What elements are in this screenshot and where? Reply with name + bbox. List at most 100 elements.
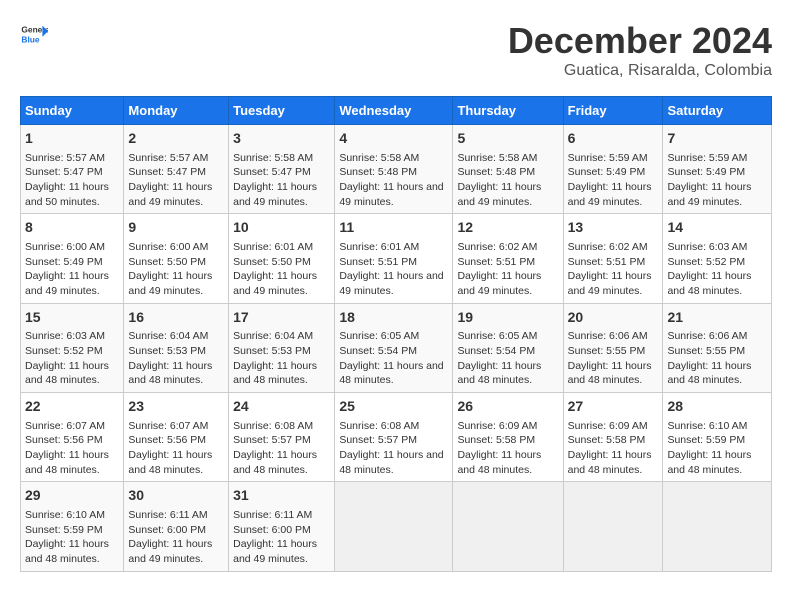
calendar-week-row: 1Sunrise: 5:57 AMSunset: 5:47 PMDaylight… <box>21 125 772 214</box>
sunset-time: Sunset: 6:00 PM <box>128 524 206 536</box>
daylight-hours: Daylight: 11 hours and 48 minutes. <box>25 449 109 476</box>
day-number: 13 <box>568 218 659 238</box>
day-number: 8 <box>25 218 119 238</box>
day-number: 19 <box>457 308 558 328</box>
sunset-time: Sunset: 5:59 PM <box>25 524 103 536</box>
calendar-cell: 9 Sunrise: 6:00 AM Sunset: 5:50 PM Daylight… <box>124 214 229 303</box>
daylight-hours: Daylight: 11 hours and 48 minutes. <box>339 360 443 387</box>
daylight-hours: Daylight: 11 hours and 49 minutes. <box>25 270 109 297</box>
daylight-hours: Daylight: 11 hours and 49 minutes. <box>339 270 443 297</box>
calendar-cell: 3Sunrise: 5:58 AMSunset: 5:47 PMDaylight… <box>229 125 335 214</box>
sunrise-time: Sunrise: 5:59 AM <box>568 152 648 164</box>
sunset-time: Sunset: 5:51 PM <box>457 256 535 268</box>
calendar-body: 1Sunrise: 5:57 AMSunset: 5:47 PMDaylight… <box>21 125 772 572</box>
calendar-cell: 28Sunrise: 6:10 AMSunset: 5:59 PMDayligh… <box>663 393 772 482</box>
month-title: December 2024 <box>508 20 772 62</box>
sunrise-time: Sunrise: 5:58 AM <box>233 152 313 164</box>
daylight-hours: Daylight: 11 hours and 49 minutes. <box>128 538 212 565</box>
daylight-hours: Daylight: 11 hours and 49 minutes. <box>339 181 443 208</box>
sunset-time: Sunset: 5:49 PM <box>568 166 646 178</box>
calendar-week-row: 22Sunrise: 6:07 AMSunset: 5:56 PMDayligh… <box>21 393 772 482</box>
day-number: 24 <box>233 397 330 417</box>
daylight-hours: Daylight: 11 hours and 49 minutes. <box>233 270 317 297</box>
daylight-hours: Daylight: 11 hours and 48 minutes. <box>128 360 212 387</box>
sunset-time: Sunset: 5:57 PM <box>233 434 311 446</box>
sunset-time: Sunset: 5:55 PM <box>667 345 745 357</box>
sunset-time: Sunset: 5:48 PM <box>457 166 535 178</box>
logo-icon: General Blue <box>20 20 48 48</box>
location-subtitle: Guatica, Risaralda, Colombia <box>508 62 772 80</box>
daylight-hours: Daylight: 11 hours and 49 minutes. <box>128 181 212 208</box>
calendar-cell <box>663 482 772 571</box>
day-number: 1 <box>25 129 119 149</box>
sunrise-time: Sunrise: 6:05 AM <box>457 330 537 342</box>
sunrise-time: Sunrise: 6:00 AM <box>25 241 105 253</box>
calendar-cell: 30Sunrise: 6:11 AMSunset: 6:00 PMDayligh… <box>124 482 229 571</box>
daylight-hours: Daylight: 11 hours and 48 minutes. <box>233 449 317 476</box>
logo: General Blue <box>20 20 48 48</box>
sunset-time: Sunset: 5:53 PM <box>128 345 206 357</box>
sunset-time: Sunset: 5:52 PM <box>667 256 745 268</box>
sunset-time: Sunset: 5:58 PM <box>568 434 646 446</box>
calendar-cell: 11Sunrise: 6:01 AMSunset: 5:51 PMDayligh… <box>335 214 453 303</box>
sunrise-time: Sunrise: 6:04 AM <box>233 330 313 342</box>
sunset-time: Sunset: 5:47 PM <box>233 166 311 178</box>
calendar-cell: 23Sunrise: 6:07 AMSunset: 5:56 PMDayligh… <box>124 393 229 482</box>
sunrise-time: Sunrise: 6:06 AM <box>667 330 747 342</box>
calendar-cell: 21Sunrise: 6:06 AMSunset: 5:55 PMDayligh… <box>663 303 772 392</box>
daylight-hours: Daylight: 11 hours and 49 minutes. <box>667 181 751 208</box>
calendar-cell <box>453 482 563 571</box>
sunset-time: Sunset: 5:50 PM <box>128 256 206 268</box>
daylight-hours: Daylight: 11 hours and 48 minutes. <box>233 360 317 387</box>
day-number: 22 <box>25 397 119 417</box>
sunrise-time: Sunrise: 5:58 AM <box>457 152 537 164</box>
sunrise-time: Sunrise: 5:59 AM <box>667 152 747 164</box>
sunrise-time: Sunrise: 6:11 AM <box>233 509 312 521</box>
sunrise-time: Sunrise: 5:58 AM <box>339 152 419 164</box>
sunrise-time: Sunrise: 6:02 AM <box>457 241 537 253</box>
daylight-hours: Daylight: 11 hours and 49 minutes. <box>457 270 541 297</box>
calendar-cell <box>335 482 453 571</box>
day-number: 4 <box>339 129 448 149</box>
daylight-hours: Daylight: 11 hours and 48 minutes. <box>457 449 541 476</box>
daylight-hours: Daylight: 11 hours and 48 minutes. <box>128 449 212 476</box>
calendar-cell: 4 Sunrise: 5:58 AM Sunset: 5:48 PM Daylight… <box>335 125 453 214</box>
daylight-hours: Daylight: 11 hours and 49 minutes. <box>128 270 212 297</box>
daylight-hours: Daylight: 11 hours and 48 minutes. <box>667 360 751 387</box>
sunrise-time: Sunrise: 6:11 AM <box>128 509 207 521</box>
sunset-time: Sunset: 5:53 PM <box>233 345 311 357</box>
weekday-header-saturday: Saturday <box>663 97 772 125</box>
calendar-week-row: 8 Sunrise: 6:00 AM Sunset: 5:49 PM Daylight… <box>21 214 772 303</box>
day-number: 25 <box>339 397 448 417</box>
calendar-cell: 13Sunrise: 6:02 AMSunset: 5:51 PMDayligh… <box>563 214 663 303</box>
sunset-time: Sunset: 5:49 PM <box>667 166 745 178</box>
calendar-table: SundayMondayTuesdayWednesdayThursdayFrid… <box>20 96 772 572</box>
calendar-cell: 31Sunrise: 6:11 AMSunset: 6:00 PMDayligh… <box>229 482 335 571</box>
calendar-cell: 25Sunrise: 6:08 AMSunset: 5:57 PMDayligh… <box>335 393 453 482</box>
svg-text:Blue: Blue <box>21 34 39 44</box>
sunset-time: Sunset: 5:59 PM <box>667 434 745 446</box>
calendar-cell: 27Sunrise: 6:09 AMSunset: 5:58 PMDayligh… <box>563 393 663 482</box>
header: General Blue December 2024 Guatica, Risa… <box>20 20 772 80</box>
sunset-time: Sunset: 5:51 PM <box>568 256 646 268</box>
calendar-header-row: SundayMondayTuesdayWednesdayThursdayFrid… <box>21 97 772 125</box>
sunrise-time: Sunrise: 6:06 AM <box>568 330 648 342</box>
day-number: 29 <box>25 486 119 506</box>
calendar-cell: 26Sunrise: 6:09 AMSunset: 5:58 PMDayligh… <box>453 393 563 482</box>
sunset-time: Sunset: 5:48 PM <box>339 166 417 178</box>
calendar-cell: 20Sunrise: 6:06 AMSunset: 5:55 PMDayligh… <box>563 303 663 392</box>
sunrise-time: Sunrise: 6:10 AM <box>25 509 105 521</box>
sunset-time: Sunset: 5:56 PM <box>25 434 103 446</box>
calendar-cell: 22Sunrise: 6:07 AMSunset: 5:56 PMDayligh… <box>21 393 124 482</box>
sunset-time: Sunset: 5:49 PM <box>25 256 103 268</box>
calendar-cell: 19Sunrise: 6:05 AMSunset: 5:54 PMDayligh… <box>453 303 563 392</box>
daylight-hours: Daylight: 11 hours and 49 minutes. <box>457 181 541 208</box>
day-number: 12 <box>457 218 558 238</box>
sunset-time: Sunset: 6:00 PM <box>233 524 311 536</box>
day-number: 9 <box>128 218 224 238</box>
calendar-week-row: 29 Sunrise: 6:10 AM Sunset: 5:59 PM Dayligh… <box>21 482 772 571</box>
sunset-time: Sunset: 5:51 PM <box>339 256 417 268</box>
calendar-cell: 8 Sunrise: 6:00 AM Sunset: 5:49 PM Daylight… <box>21 214 124 303</box>
sunrise-time: Sunrise: 6:00 AM <box>128 241 208 253</box>
weekday-header-monday: Monday <box>124 97 229 125</box>
